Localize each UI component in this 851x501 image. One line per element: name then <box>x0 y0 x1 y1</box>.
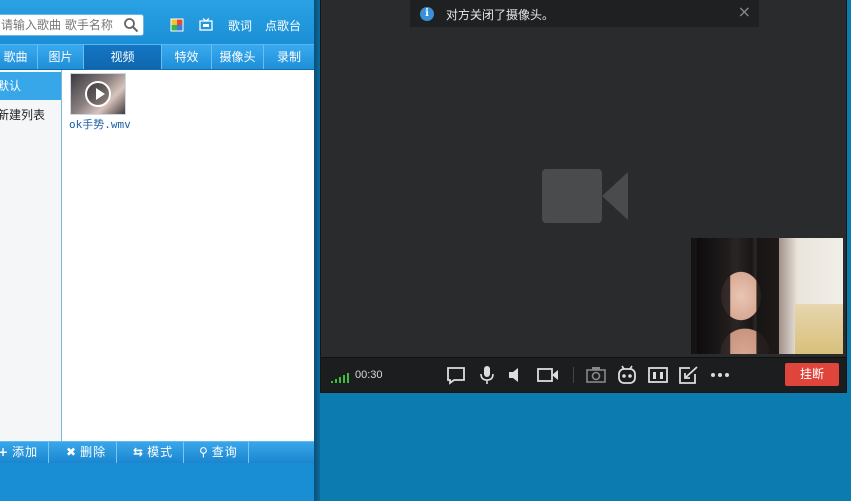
video-filename[interactable]: ok手势.wmv <box>69 116 131 132</box>
search-icon[interactable] <box>123 17 139 33</box>
search-toolbar: 歌词 点歌台 <box>0 0 314 44</box>
playlist-item-new-list[interactable]: 新建列表 <box>0 101 61 129</box>
camera-icon[interactable] <box>537 365 559 385</box>
plus-icon: + <box>0 445 10 459</box>
search-icon: ⚲ <box>199 445 209 459</box>
self-video-background <box>795 304 843 354</box>
control-separator <box>573 367 574 383</box>
snapshot-icon[interactable] <box>585 365 607 385</box>
add-button[interactable]: + 添加 <box>0 442 50 463</box>
playlist-pane: 默认 新建列表 <box>0 70 62 441</box>
request-song-link[interactable]: 点歌台 <box>265 17 301 34</box>
share-screen-icon[interactable] <box>678 365 700 385</box>
mode-button[interactable]: ⇆ 模式 <box>133 442 185 463</box>
video-camera-icon <box>542 168 628 224</box>
panel-footer <box>0 463 314 501</box>
robot-face-icon[interactable] <box>616 365 638 385</box>
self-video-preview[interactable] <box>691 238 843 354</box>
search-box[interactable] <box>0 14 144 36</box>
loop-icon: ⇆ <box>133 445 145 459</box>
color-palette-icon[interactable] <box>170 18 184 32</box>
lyrics-link[interactable]: 歌词 <box>228 17 252 34</box>
call-control-bar: 00:30 挂断 <box>321 357 846 392</box>
media-panel: 歌词 点歌台 歌曲 图片 视频 特效 摄像头 录制 默认 新建列表 ok手势.w… <box>0 0 314 501</box>
signal-strength-icon <box>331 372 351 383</box>
info-icon: i <box>420 7 434 21</box>
layout-icon[interactable] <box>647 365 669 385</box>
speaker-icon[interactable] <box>505 365 527 385</box>
notification-text: 对方关闭了摄像头。 <box>446 8 555 22</box>
add-label: 添加 <box>12 445 39 459</box>
media-tabs: 歌曲 图片 视频 特效 摄像头 录制 <box>0 44 314 70</box>
video-call-window: i 对方关闭了摄像头。 × 00:30 挂断 <box>320 0 847 393</box>
mode-label: 模式 <box>147 445 174 459</box>
tab-songs[interactable]: 歌曲 <box>0 45 38 69</box>
query-button[interactable]: ⚲ 查询 <box>199 442 249 463</box>
play-icon[interactable] <box>85 81 111 107</box>
search-input[interactable] <box>0 15 117 35</box>
playlist-item-label: 默认 <box>0 79 22 93</box>
chat-icon[interactable] <box>445 365 467 385</box>
tab-camera[interactable]: 摄像头 <box>212 45 264 69</box>
self-video-frame <box>697 238 779 354</box>
close-icon[interactable]: × <box>738 2 751 21</box>
tab-effects[interactable]: 特效 <box>162 45 212 69</box>
call-duration: 00:30 <box>355 369 383 381</box>
notification-banner: i 对方关闭了摄像头。 × <box>410 0 759 27</box>
close-icon: ✖ <box>66 445 78 459</box>
video-grid: ok手势.wmv <box>62 70 314 441</box>
playlist-item-default[interactable]: 默认 <box>0 72 61 100</box>
query-label: 查询 <box>211 445 238 459</box>
more-icon[interactable] <box>709 365 731 385</box>
tab-videos[interactable]: 视频 <box>84 45 162 69</box>
playlist-item-label: 新建列表 <box>0 108 46 122</box>
tab-record[interactable]: 录制 <box>264 45 314 69</box>
tab-pictures[interactable]: 图片 <box>38 45 84 69</box>
delete-button[interactable]: ✖ 删除 <box>66 442 118 463</box>
video-thumbnail[interactable] <box>70 73 126 115</box>
microphone-icon[interactable] <box>476 365 498 385</box>
tv-icon[interactable] <box>199 18 213 32</box>
desktop-background <box>847 0 851 501</box>
delete-label: 删除 <box>80 445 107 459</box>
hangup-button[interactable]: 挂断 <box>785 363 839 386</box>
list-actions-bar: + 添加 ✖ 删除 ⇆ 模式 ⚲ 查询 <box>0 441 314 463</box>
